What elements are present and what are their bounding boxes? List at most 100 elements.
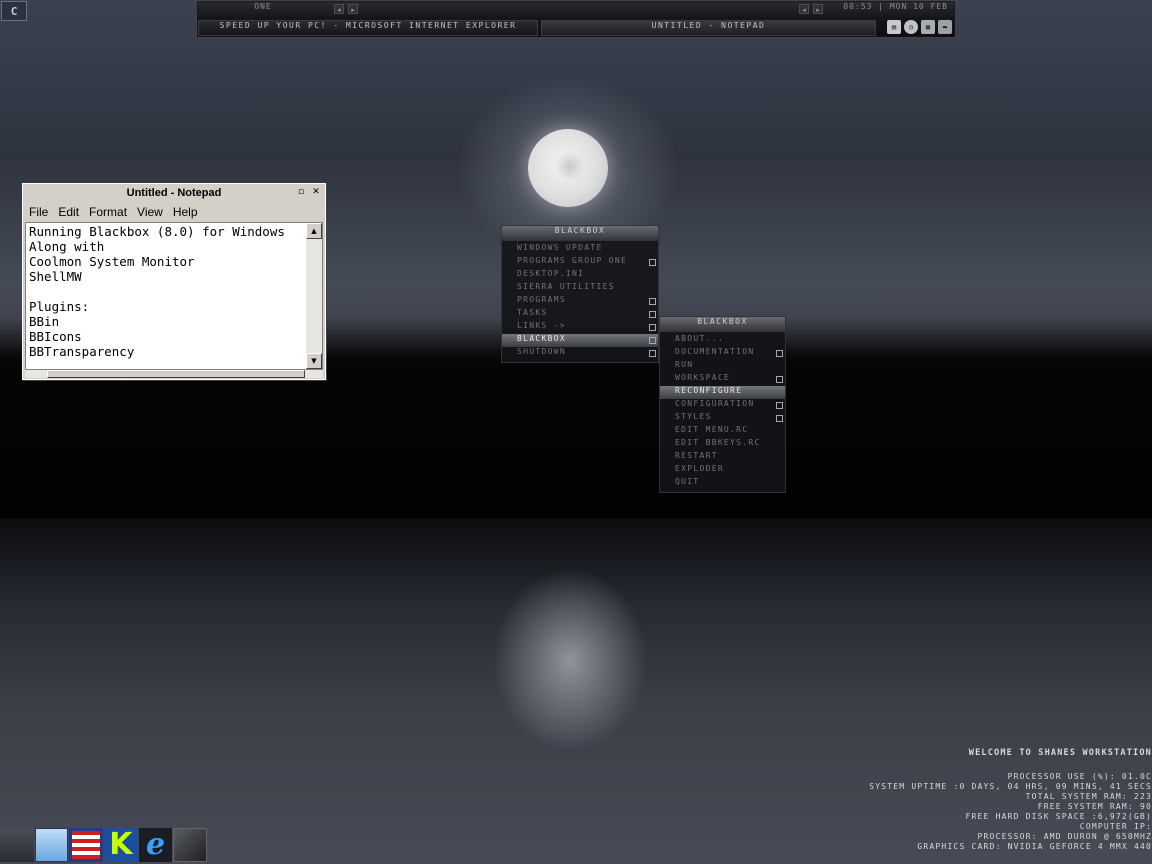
workspace-prev-icon[interactable]: ◂: [334, 4, 344, 14]
menu-file[interactable]: File: [25, 203, 54, 221]
menu-item-label: RECONFIGURE: [675, 386, 743, 395]
scroll-up-icon[interactable]: ▲: [306, 223, 322, 239]
menu-item[interactable]: CONFIGURATION: [660, 399, 785, 412]
submenu-indicator-icon: [776, 415, 783, 422]
menu-item[interactable]: DESKTOP.INI: [502, 269, 658, 282]
free-ram: FREE SYSTEM RAM: 90: [1037, 802, 1152, 811]
menu-item-label: QUIT: [675, 477, 700, 486]
welcome-text: WELCOME TO SHANES WORKSTATION: [968, 748, 1152, 758]
menu-item-label: DESKTOP.INI: [517, 269, 585, 278]
submenu-indicator-icon: [776, 376, 783, 383]
menu-item-label: WORKSPACE: [675, 373, 731, 382]
free-disk: FREE HARD DISK SPACE :6,972(GB): [965, 812, 1152, 821]
toolbar-clock: 00:53 | MON 10 FEB: [843, 2, 948, 11]
menu-item-label: SHUTDOWN: [517, 347, 566, 356]
notepad-icon[interactable]: [34, 828, 69, 862]
notepad-menubar: File Edit Format View Help: [25, 203, 323, 221]
blackbox-root-menu: BLACKBOX WINDOWS UPDATE PROGRAMS GROUP ON…: [501, 225, 659, 363]
menu-item[interactable]: SHUTDOWN: [502, 347, 658, 360]
submenu-indicator-icon: [776, 402, 783, 409]
menu-item[interactable]: WORKSPACE: [660, 373, 785, 386]
task-notepad[interactable]: UNTITLED - NOTEPAD: [541, 20, 876, 36]
network-icon[interactable]: ▦: [921, 20, 935, 34]
workspace-label[interactable]: ONE: [198, 2, 328, 17]
moon-reflection: [440, 540, 700, 800]
drive-icon[interactable]: ▬: [938, 20, 952, 34]
menu-item-label: ABOUT...: [675, 334, 724, 343]
computer-ip: COMPUTER IP:: [1079, 822, 1152, 831]
menu-item[interactable]: PROGRAMS GROUP ONE: [502, 256, 658, 269]
menu-item[interactable]: EDIT MENU.RC: [660, 425, 785, 438]
box-icon[interactable]: [173, 828, 208, 862]
menu-item-label: RESTART: [675, 451, 718, 460]
maximize-icon[interactable]: ▫: [295, 187, 307, 198]
menu-format[interactable]: Format: [85, 203, 133, 221]
window-next-icon[interactable]: ▸: [813, 4, 823, 14]
blackbox-submenu: BLACKBOX ABOUT... DOCUMENTATION RUN WORKSPA…: [659, 316, 786, 493]
menu-item-label: CONFIGURATION: [675, 399, 755, 408]
notepad-content[interactable]: Running Blackbox (8.0) for Windows Along…: [29, 224, 285, 359]
menu-item-label: PROGRAMS GROUP ONE: [517, 256, 628, 265]
menu-item[interactable]: ABOUT...: [660, 334, 785, 347]
submenu-title: BLACKBOX: [660, 317, 785, 332]
menu-edit[interactable]: Edit: [54, 203, 85, 221]
menu-item-label: SIERRA UTILITIES: [517, 282, 615, 291]
submenu-indicator-icon: [649, 350, 656, 357]
menu-item-label: EDIT MENU.RC: [675, 425, 749, 434]
menu-item-label: BLACKBOX: [517, 334, 566, 343]
menu-item-label: STYLES: [675, 412, 712, 421]
vertical-scrollbar[interactable]: ▲ ▼: [306, 223, 322, 369]
submenu-indicator-icon: [649, 324, 656, 331]
workspace-next-icon[interactable]: ▸: [348, 4, 358, 14]
desktop-icon[interactable]: [0, 828, 34, 862]
notepad-window: ▭ ⇕ Untitled - Notepad ▫ ✕ File Edit For…: [22, 183, 326, 380]
menu-item-label: PROGRAMS: [517, 295, 566, 304]
menu-item-label: DOCUMENTATION: [675, 347, 755, 356]
clock-icon[interactable]: ◷: [904, 20, 918, 34]
coolmon-icon[interactable]: ▤: [887, 20, 901, 34]
menu-item-label: EXPLODER: [675, 464, 724, 473]
menu-item[interactable]: WINDOWS UPDATE: [502, 243, 658, 256]
menu-item-label: EDIT BBKEYS.RC: [675, 438, 761, 447]
horizontal-scroll-thumb[interactable]: [47, 370, 305, 378]
menu-item[interactable]: QUIT: [660, 477, 785, 490]
menu-item[interactable]: EXPLODER: [660, 464, 785, 477]
menu-item[interactable]: DOCUMENTATION: [660, 347, 785, 360]
coolmon-system-monitor: WELCOME TO SHANES WORKSTATION PROCESSOR …: [852, 748, 1152, 852]
close-icon[interactable]: ✕: [310, 187, 322, 198]
toolbar-task-row: SPEED UP YOUR PC! - MICROSOFT INTERNET E…: [198, 19, 954, 37]
notepad-title: Untitled - Notepad: [25, 186, 323, 201]
submenu-indicator-icon: [649, 298, 656, 305]
menu-item[interactable]: TASKS: [502, 308, 658, 321]
root-menu-title: BLACKBOX: [502, 226, 658, 241]
menu-item[interactable]: RUN: [660, 360, 785, 373]
system-uptime: SYSTEM UPTIME :0 DAYS, 04 HRS, 09 MINS, …: [869, 782, 1152, 791]
task-internet-explorer[interactable]: SPEED UP YOUR PC! - MICROSOFT INTERNET E…: [198, 20, 538, 36]
menu-item[interactable]: EDIT BBKEYS.RC: [660, 438, 785, 451]
menu-item[interactable]: LINKS ->: [502, 321, 658, 334]
blackbox-menu-icon[interactable]: C: [1, 1, 27, 21]
processor: PROCESSOR: AMD DURON @ 650MHZ: [977, 832, 1152, 841]
menu-item[interactable]: RESTART: [660, 451, 785, 464]
system-tray: ▤ ◷ ▦ ▬: [887, 20, 952, 36]
menu-item[interactable]: SIERRA UTILITIES: [502, 282, 658, 295]
menu-item[interactable]: PROGRAMS: [502, 295, 658, 308]
menu-item[interactable]: STYLES: [660, 412, 785, 425]
horizontal-scrollbar[interactable]: [25, 370, 323, 378]
scroll-down-icon[interactable]: ▼: [306, 353, 322, 369]
menu-item-label: LINKS ->: [517, 321, 566, 330]
desktop-dock: K e: [0, 828, 208, 864]
k-app-icon[interactable]: K: [104, 828, 138, 862]
processor-use: PROCESSOR USE (%): 01.0C: [1007, 772, 1152, 781]
menu-item-label: WINDOWS UPDATE: [517, 243, 603, 252]
submenu-indicator-icon: [649, 311, 656, 318]
window-prev-icon[interactable]: ◂: [799, 4, 809, 14]
menu-help[interactable]: Help: [169, 203, 204, 221]
menu-view[interactable]: View: [133, 203, 169, 221]
internet-explorer-icon[interactable]: e: [138, 828, 173, 862]
menu-item[interactable]: RECONFIGURE: [660, 386, 785, 399]
menu-item[interactable]: BLACKBOX: [502, 334, 658, 347]
notepad-text-area[interactable]: Running Blackbox (8.0) for Windows Along…: [25, 222, 323, 370]
submenu-indicator-icon: [649, 259, 656, 266]
floppy-disk-icon[interactable]: [69, 828, 104, 862]
